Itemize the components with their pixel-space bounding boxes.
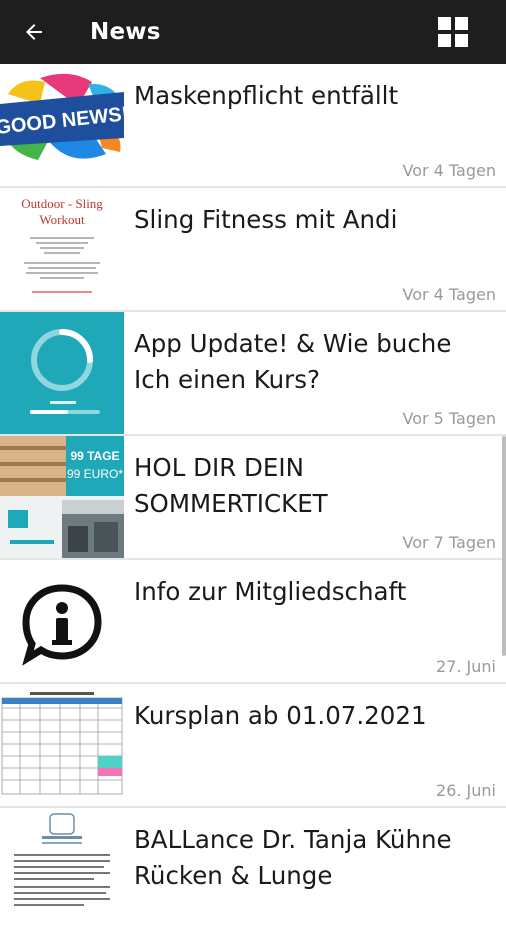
- offer-price-text: 99 EURO*: [66, 467, 124, 481]
- news-date: 27. Juni: [436, 657, 496, 676]
- news-date: Vor 4 Tagen: [402, 161, 497, 180]
- app-bar: News: [0, 0, 506, 64]
- news-date: 26. Juni: [436, 781, 496, 800]
- news-title: BALLance Dr. Tanja Kühne Rücken & Lunge: [134, 825, 452, 890]
- news-item[interactable]: Kursplan ab 01.07.2021 26. Juni: [0, 684, 506, 808]
- news-title: Maskenpflicht entfällt: [134, 81, 399, 110]
- news-title: Kursplan ab 01.07.2021: [134, 701, 427, 730]
- kursplan-thumbnail: [0, 684, 124, 806]
- news-date: Vor 5 Tagen: [402, 409, 497, 428]
- news-item[interactable]: BALLance Dr. Tanja Kühne Rücken & Lunge: [0, 808, 506, 932]
- news-title: Sling Fitness mit Andi: [134, 205, 398, 234]
- news-date: Vor 4 Tagen: [402, 285, 497, 304]
- news-title: HOL DIR DEIN SOMMERTICKET: [134, 453, 328, 518]
- news-title: App Update! & Wie buche Ich einen Kurs?: [134, 329, 452, 394]
- news-item[interactable]: Outdoor - Sling Workout Sling Fitness mi…: [0, 188, 506, 312]
- outdoor-workout-thumbnail: Outdoor - Sling Workout: [0, 188, 124, 310]
- ballance-thumbnail: [0, 808, 124, 930]
- page-title: News: [90, 19, 161, 45]
- news-title: Info zur Mitgliedschaft: [134, 577, 407, 606]
- news-item[interactable]: GOOD NEWS! Maskenpflicht entfällt Vor 4 …: [0, 64, 506, 188]
- sommerticket-thumbnail: 99 TAGE 99 EURO*: [0, 436, 124, 558]
- scrollbar[interactable]: [502, 436, 506, 656]
- news-item[interactable]: Info zur Mitgliedschaft 27. Juni: [0, 560, 506, 684]
- grid-icon: [438, 17, 468, 47]
- app-update-thumbnail: [0, 312, 124, 434]
- arrow-left-icon: [26, 24, 42, 40]
- offer-days-text: 99 TAGE: [70, 449, 120, 463]
- good-news-thumbnail: GOOD NEWS!: [0, 64, 124, 186]
- grid-view-button[interactable]: [436, 15, 470, 49]
- info-bubble-icon: [0, 560, 124, 682]
- news-item[interactable]: App Update! & Wie buche Ich einen Kurs? …: [0, 312, 506, 436]
- news-item[interactable]: 99 TAGE 99 EURO* HOL DIR DEIN SOMMERTICK…: [0, 436, 506, 560]
- news-date: Vor 7 Tagen: [402, 533, 497, 552]
- back-button[interactable]: [18, 16, 50, 48]
